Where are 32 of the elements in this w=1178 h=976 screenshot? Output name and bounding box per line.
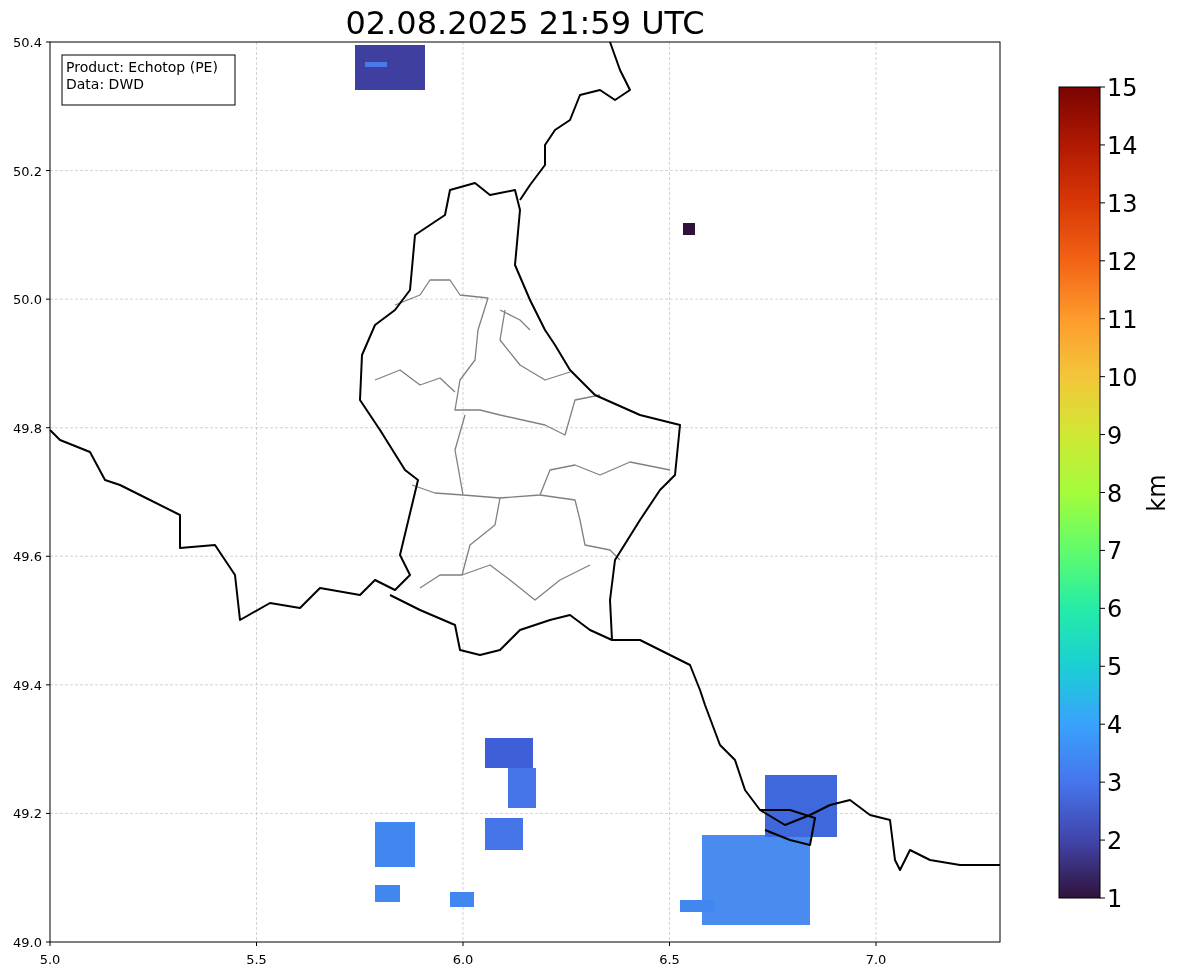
y-tick-label: 49.8: [13, 420, 42, 436]
colorbar-tick-label: 11: [1107, 305, 1138, 334]
y-tick-label: 49.6: [13, 549, 42, 565]
x-tick-label: 6.0: [452, 952, 474, 967]
x-tick-label: 6.5: [659, 952, 680, 967]
info-text: Data: DWD: [66, 76, 144, 92]
colorbar-label: km: [1143, 474, 1171, 512]
colorbar-tick-label: 5: [1107, 653, 1123, 682]
y-tick-label: 49.0: [13, 935, 42, 950]
colorbar-tick-label: 1: [1107, 885, 1123, 913]
y-tick-label: 50.2: [13, 163, 42, 179]
colorbar-tick-label: 13: [1107, 189, 1138, 218]
colorbar-tick-label: 15: [1107, 74, 1138, 102]
colorbar-tick-label: 2: [1107, 827, 1123, 856]
y-tick-label: 49.4: [13, 677, 42, 693]
colorbar-tick-label: 10: [1107, 363, 1138, 392]
x-tick-label: 5.0: [39, 952, 61, 967]
colorbar-tick-label: 8: [1107, 479, 1123, 508]
info-text: Product: Echotop (PE): [66, 59, 218, 75]
colorbar-tick-label: 4: [1107, 711, 1123, 740]
y-tick-label: 50.0: [13, 292, 42, 308]
colorbar-tick-label: 3: [1107, 769, 1123, 798]
y-tick-label: 49.2: [13, 806, 42, 822]
x-tick-label: 5.5: [246, 952, 267, 967]
y-tick-label: 50.4: [13, 35, 42, 50]
chart-title: 02.08.2025 21:59 UTC: [345, 4, 705, 42]
colorbar-tick-label: 7: [1107, 537, 1123, 566]
colorbar-tick-label: 9: [1107, 421, 1123, 450]
colorbar-tick-label: 12: [1107, 247, 1138, 276]
colorbar-tick-label: 6: [1107, 595, 1123, 624]
colorbar-tick-label: 14: [1107, 131, 1138, 160]
x-tick-label: 7.0: [865, 952, 887, 967]
